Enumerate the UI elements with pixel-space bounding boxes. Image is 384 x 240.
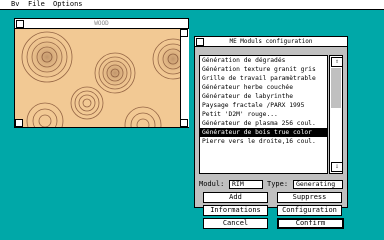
scroll-up-icon[interactable]: ⇧ — [331, 57, 343, 67]
dialog-title: ME Moduls configuration — [229, 38, 313, 45]
list-item[interactable]: Générateur de plasma 256 coul. — [200, 119, 327, 128]
modules-list[interactable]: Génération de dégradés Génération textur… — [199, 55, 328, 174]
informations-button[interactable]: Informations — [203, 205, 268, 216]
confirm-button[interactable]: Confirm — [277, 218, 344, 229]
wood-canvas-window: WOOD — [14, 18, 189, 128]
list-item-selected[interactable]: Générateur de bois true color — [200, 128, 327, 137]
modul-select[interactable]: RIM — [229, 180, 263, 189]
configuration-button[interactable]: Configuration — [277, 205, 342, 216]
window-title-bar[interactable]: WOOD — [15, 19, 188, 29]
dialog-title-bar[interactable]: ME Moduls configuration — [195, 37, 347, 47]
list-scrollbar[interactable]: ⇧ ⇩ — [329, 55, 343, 174]
list-item[interactable]: Grille de travail paramètrable — [200, 74, 327, 83]
corner-handle-bottom-right[interactable] — [180, 119, 188, 127]
list-item[interactable]: Pierre vers le droite,16 coul. — [200, 137, 327, 146]
menu-bar: Bv File Options — [0, 0, 384, 10]
list-item[interactable]: Génération texture granit gris — [200, 65, 327, 74]
moduls-config-dialog: ME Moduls configuration Génération de dé… — [194, 36, 348, 229]
window-title: WOOD — [94, 20, 109, 27]
wood-texture — [15, 29, 180, 127]
list-item[interactable]: Petit 'D2M' rouge... — [200, 110, 327, 119]
vertical-scrollbar[interactable] — [180, 29, 189, 127]
add-button[interactable]: Add — [203, 192, 268, 203]
list-item[interactable]: Génération de dégradés — [200, 56, 327, 65]
list-item[interactable]: Paysage fractale /PARX 1995 — [200, 101, 327, 110]
list-item[interactable]: Générateur herbe couchée — [200, 83, 327, 92]
menu-bv[interactable]: Bv — [11, 1, 19, 8]
modul-label: Modul: — [199, 180, 225, 188]
type-label: Type: — [267, 180, 289, 188]
type-select[interactable]: Generating — [293, 180, 343, 189]
menu-options[interactable]: Options — [53, 1, 83, 8]
corner-handle-top-right[interactable] — [180, 29, 188, 37]
list-item[interactable]: Générateur de labyrinthe — [200, 92, 327, 101]
scroll-thumb[interactable] — [331, 68, 341, 108]
cancel-button[interactable]: Cancel — [203, 218, 268, 229]
corner-handle-bottom-left[interactable] — [15, 119, 23, 127]
wood-texture-canvas — [15, 29, 180, 127]
menu-file[interactable]: File — [28, 1, 45, 8]
scroll-down-icon[interactable]: ⇩ — [331, 162, 343, 172]
suppress-button[interactable]: Suppress — [277, 192, 342, 203]
